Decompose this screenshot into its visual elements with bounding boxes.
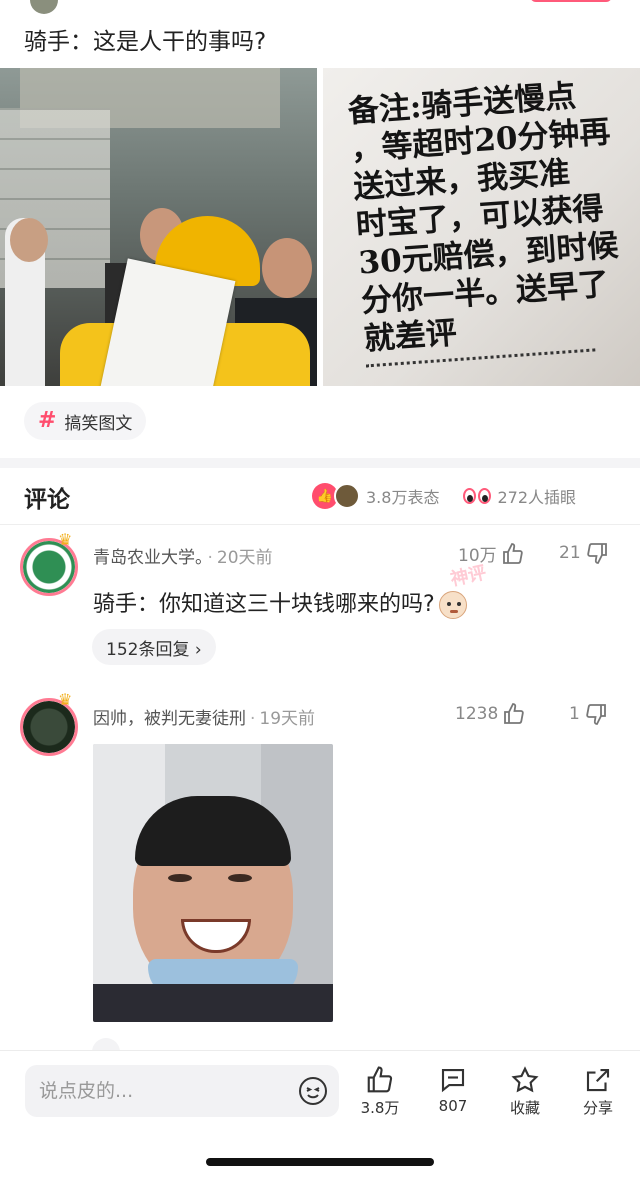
- comment-text-row: 骑手：你知道这三十块钱哪来的吗?: [93, 586, 467, 619]
- comment-icon: [441, 1068, 465, 1093]
- divider: [0, 524, 640, 525]
- hat-reaction-icon: [334, 483, 360, 509]
- section-divider: [0, 458, 640, 468]
- thumbs-down-icon: [586, 704, 606, 725]
- favorite-label: 收藏: [509, 1099, 540, 1117]
- poster-avatar[interactable]: [30, 0, 58, 14]
- comment-post-button[interactable]: 807: [423, 1065, 483, 1115]
- view-replies-button[interactable]: 152条回复 ›: [92, 629, 216, 665]
- crown-icon: ♛: [58, 690, 73, 709]
- comments-header: 评论 👍 3.8万表态 272人插眼: [0, 470, 640, 522]
- comment-author-line: 青岛农业大学。 · 20天前: [93, 548, 273, 568]
- follow-button[interactable]: [530, 0, 612, 2]
- reaction-summary[interactable]: 👍 3.8万表态 272人插眼: [312, 483, 576, 509]
- star-icon: [511, 1066, 539, 1093]
- dislike-action[interactable]: 21: [559, 541, 609, 565]
- like-post-button[interactable]: 3.8万: [350, 1065, 410, 1118]
- topic-tag-label: 搞笑图文: [64, 413, 133, 434]
- reaction-count: 3.8万表态: [366, 488, 440, 507]
- share-label: 分享: [582, 1099, 613, 1117]
- topic-tag[interactable]: # 搞笑图文: [24, 402, 147, 440]
- thumbs-up-icon: [504, 703, 524, 724]
- post-text: 骑手：这是人干的事吗?: [24, 29, 267, 55]
- comment-author[interactable]: 青岛农业大学。: [93, 548, 204, 568]
- comment-time: 20天前: [216, 548, 273, 568]
- thumbs-up-icon: [367, 1066, 393, 1093]
- comment-author[interactable]: 因帅，被判无妻徒刑: [93, 709, 246, 729]
- comment-time: 19天前: [259, 709, 316, 729]
- favorite-button[interactable]: 收藏: [495, 1065, 555, 1118]
- crown-icon: ♛: [58, 530, 73, 549]
- comment-text: 骑手：你知道这三十块钱哪来的吗?: [93, 592, 435, 617]
- comment-input-box[interactable]: [25, 1065, 339, 1117]
- post-meta: [30, 0, 612, 14]
- eyes-icon: [463, 488, 492, 504]
- share-button[interactable]: 分享: [568, 1065, 628, 1118]
- comment-count: 807: [438, 1097, 468, 1115]
- like-post-count: 3.8万: [360, 1099, 400, 1117]
- dislike-count: 21: [559, 543, 581, 563]
- comment-input[interactable]: [39, 1080, 279, 1102]
- thumbs-down-icon: [586, 543, 607, 564]
- dislike-action[interactable]: 1: [569, 702, 608, 726]
- home-indicator[interactable]: [206, 1158, 434, 1166]
- watcher-count: 272人插眼: [497, 488, 576, 507]
- post-images: 备注:骑手送慢点 ，等超时20分钟再 送过来，我买准 时宝了，可以获得 30元赔…: [0, 68, 640, 386]
- comment-author-line: 因帅，被判无妻徒刑 · 19天前: [93, 709, 316, 729]
- share-icon: [586, 1068, 610, 1092]
- hashtag-icon: #: [38, 408, 57, 433]
- receipt-note: 备注:骑手送慢点 ，等超时20分钟再 送过来，我买准 时宝了，可以获得 30元赔…: [333, 68, 640, 385]
- post-image-receipt[interactable]: 备注:骑手送慢点 ，等超时20分钟再 送过来，我买准 时宝了，可以获得 30元赔…: [323, 68, 640, 386]
- emoji-icon[interactable]: [297, 1075, 329, 1107]
- like-action[interactable]: 1238: [455, 702, 526, 726]
- comments-title: 评论: [24, 487, 70, 513]
- like-count: 1238: [455, 704, 499, 724]
- post-image-kitchen[interactable]: [0, 68, 317, 386]
- comment-photo[interactable]: [93, 744, 333, 1022]
- dislike-count: 1: [569, 704, 580, 724]
